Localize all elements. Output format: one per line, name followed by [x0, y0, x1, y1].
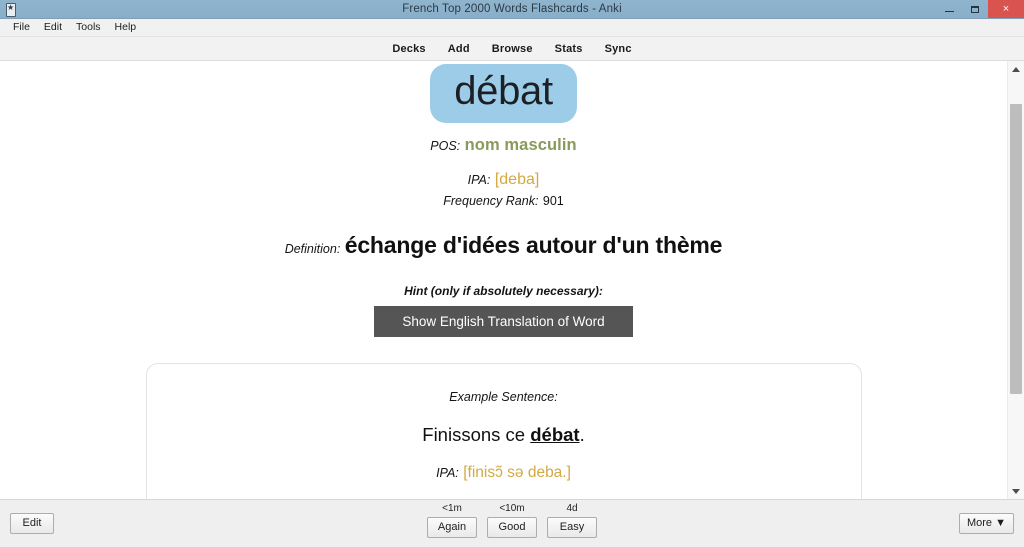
title-bar: ★ French Top 2000 Words Flashcards - Ank… [0, 0, 1024, 19]
hint-button-row: Show English Translation of Word [0, 306, 1007, 338]
menu-bar: File Edit Tools Help [0, 19, 1024, 37]
definition-row: Definition: échange d'idées autour d'un … [0, 232, 1007, 259]
example-sentence-row: Finissons ce débat. [167, 424, 841, 446]
answer-column-good: <10m Good [487, 500, 537, 538]
example-sentence-card: Example Sentence: Finissons ce débat. IP… [145, 363, 862, 499]
headword: débat [430, 64, 577, 124]
scroll-up-arrow-icon[interactable] [1008, 61, 1024, 77]
menu-item-help[interactable]: Help [108, 19, 144, 36]
scrollbar-thumb[interactable] [1010, 104, 1022, 394]
window-title: French Top 2000 Words Flashcards - Anki [402, 3, 622, 15]
nav-item-decks[interactable]: Decks [392, 43, 425, 55]
show-english-translation-of-word-button[interactable]: Show English Translation of Word [374, 306, 633, 338]
hint-label: Hint (only if absolutely necessary): [404, 284, 603, 299]
card-viewport: débat POS: nom masculin IPA: [deba] Freq… [0, 61, 1024, 499]
pos-label: POS: [430, 139, 461, 154]
answer-button-again[interactable]: Again [427, 517, 477, 538]
answer-eta-easy: 4d [566, 503, 578, 514]
definition-label: Definition: [284, 242, 341, 257]
part-of-speech-row: POS: nom masculin [0, 136, 1007, 155]
nav-item-stats[interactable]: Stats [555, 43, 583, 55]
example-sentence-before: Finissons ce [422, 424, 531, 446]
menu-item-file[interactable]: File [6, 19, 37, 36]
hint-label-row: Hint (only if absolutely necessary): [0, 282, 1007, 300]
scroll-down-arrow-icon[interactable] [1008, 483, 1024, 499]
example-sentence-after: . [579, 424, 585, 446]
answer-column-easy: 4d Easy [547, 500, 597, 538]
frequency-rank-label: Frequency Rank: [443, 194, 539, 209]
more-button[interactable]: More ▼ [959, 513, 1014, 534]
nav-item-browse[interactable]: Browse [492, 43, 533, 55]
example-ipa-value: [finisɔ̃ sə deba.] [463, 464, 571, 482]
main-nav-bar: Decks Add Browse Stats Sync [0, 37, 1024, 61]
scrollbar-track[interactable] [1008, 77, 1024, 483]
answer-button-easy[interactable]: Easy [547, 517, 597, 538]
pos-value: nom masculin [464, 136, 577, 155]
answer-eta-again: <1m [442, 503, 462, 514]
restore-button[interactable] [962, 0, 988, 18]
definition-value: échange d'idées autour d'un thème [344, 232, 723, 259]
word-ipa-value: [deba] [494, 171, 540, 189]
menu-item-tools[interactable]: Tools [69, 19, 108, 36]
bottom-toolbar: Edit <1m Again <10m Good 4d Easy More ▼ [0, 499, 1024, 547]
example-sentence-keyword: débat [530, 424, 580, 446]
flashcard-content: débat POS: nom masculin IPA: [deba] Freq… [0, 61, 1007, 499]
close-button[interactable]: × [988, 0, 1024, 18]
frequency-rank-value: 901 [542, 194, 564, 209]
example-label-row: Example Sentence: [167, 388, 841, 406]
window-controls: × [936, 0, 1024, 18]
anki-app-icon: ★ [3, 2, 17, 17]
nav-item-sync[interactable]: Sync [605, 43, 632, 55]
answer-buttons-group: <1m Again <10m Good 4d Easy [0, 500, 1024, 538]
answer-column-again: <1m Again [427, 500, 477, 538]
anki-main-window: ★ French Top 2000 Words Flashcards - Ank… [0, 0, 1024, 547]
vertical-scrollbar[interactable] [1007, 61, 1024, 499]
minimize-button[interactable] [936, 0, 962, 18]
answer-button-good[interactable]: Good [487, 517, 537, 538]
frequency-rank-row: Frequency Rank: 901 [0, 192, 1007, 210]
word-ipa-label: IPA: [467, 173, 491, 188]
headword-row: débat [0, 64, 1007, 124]
example-sentence: Finissons ce débat. [422, 424, 584, 445]
example-ipa-label: IPA: [436, 466, 459, 481]
example-ipa-row: IPA: [finisɔ̃ sə deba.] [167, 464, 841, 482]
menu-item-edit[interactable]: Edit [37, 19, 69, 36]
word-ipa-row: IPA: [deba] [0, 171, 1007, 189]
example-sentence-label: Example Sentence: [449, 390, 558, 405]
answer-eta-good: <10m [499, 503, 525, 514]
nav-item-add[interactable]: Add [448, 43, 470, 55]
